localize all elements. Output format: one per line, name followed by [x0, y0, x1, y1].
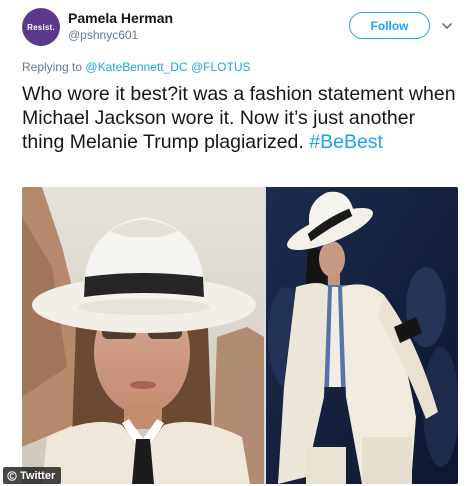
twitter-watermark: Twitter [3, 467, 62, 484]
reply-prefix: Replying to [22, 60, 83, 74]
chevron-down-icon[interactable] [441, 20, 453, 32]
hashtag-link[interactable]: #BeBest [309, 131, 383, 153]
follow-button[interactable]: Follow [349, 12, 430, 39]
display-name[interactable]: Pamela Herman [68, 10, 173, 26]
tweet-body: Who wore it best?it was a fashion statem… [22, 83, 456, 153]
tweet-media[interactable] [22, 187, 458, 484]
reply-context: Replying to @KateBennett_DC @FLOTUS [22, 60, 250, 74]
reply-mentions[interactable]: @KateBennett_DC @FLOTUS [85, 60, 250, 74]
tweet-text: Who wore it best?it was a fashion statem… [22, 82, 462, 154]
avatar-text: Resist. [27, 22, 55, 32]
watermark-label: Twitter [20, 469, 56, 482]
copyright-icon [7, 470, 17, 481]
photo-right-image [266, 187, 458, 484]
photo-left-image [22, 187, 264, 484]
media-photo-right[interactable] [266, 187, 458, 484]
user-handle[interactable]: @pshnyc601 [68, 28, 138, 42]
media-photo-left[interactable] [22, 187, 264, 484]
avatar[interactable]: Resist. [22, 8, 60, 46]
